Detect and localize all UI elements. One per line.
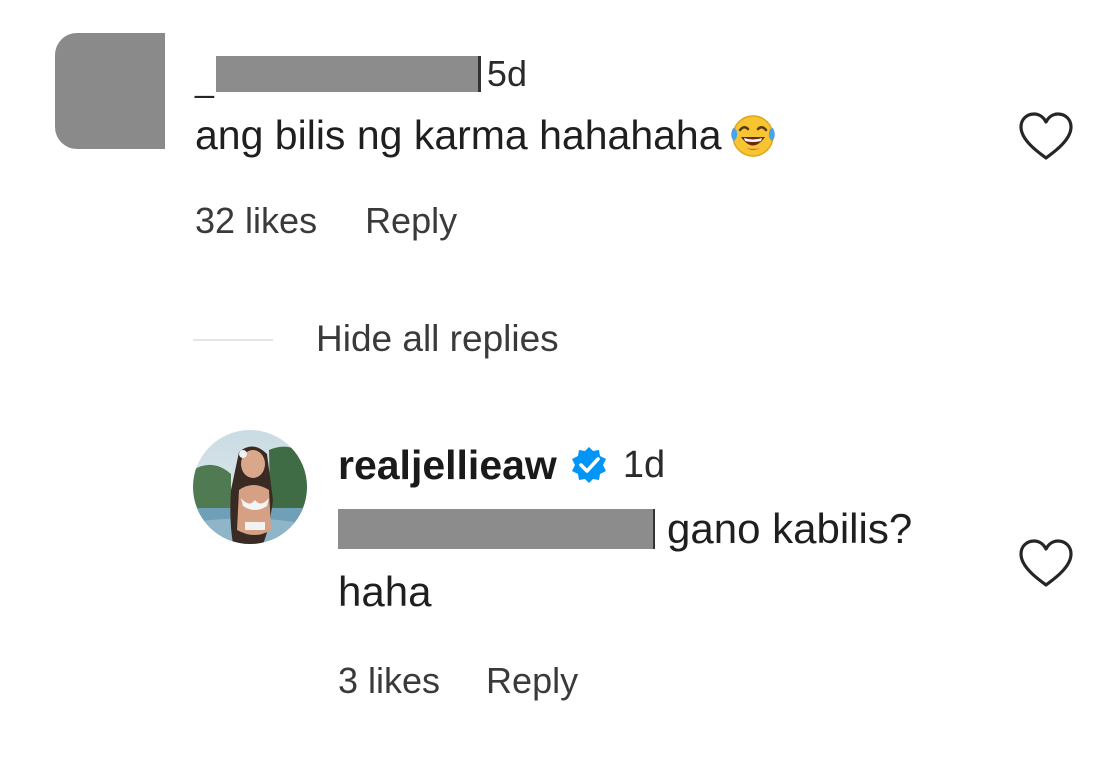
- avatar[interactable]: [193, 430, 307, 544]
- username-redaction: [215, 56, 481, 92]
- reply-text: gano kabilis?: [667, 505, 913, 552]
- comment-timestamp: 5d: [486, 53, 527, 94]
- heart-icon[interactable]: [1017, 537, 1075, 589]
- replies-divider-line: [193, 339, 273, 341]
- comment-likes-count[interactable]: 32 likes: [195, 200, 317, 242]
- comment-reply-button[interactable]: Reply: [365, 200, 457, 242]
- verified-badge-icon: [571, 447, 606, 483]
- reply-reply-button[interactable]: Reply: [486, 660, 578, 702]
- comment-meta: 32 likes Reply: [195, 200, 457, 242]
- laughing-emoji-icon: [730, 115, 775, 157]
- reply-timestamp: 1d: [622, 443, 666, 486]
- avatar-redacted[interactable]: [55, 33, 165, 149]
- mention-redaction: [338, 509, 655, 549]
- reply-header: realjellieaw 1d: [338, 440, 665, 490]
- comment-header: _ 5d: [195, 52, 527, 99]
- reply-username[interactable]: realjellieaw: [338, 442, 557, 489]
- reply-text-continued: haha: [338, 568, 432, 615]
- comment-text: ang bilis ng karma hahahaha: [195, 111, 722, 158]
- reply-likes-count[interactable]: 3 likes: [338, 660, 440, 702]
- hide-replies-button[interactable]: Hide all replies: [316, 318, 559, 360]
- username-visible-prefix[interactable]: _: [195, 61, 214, 100]
- heart-icon[interactable]: [1017, 110, 1075, 162]
- reply-body-line: gano kabilis?: [338, 505, 912, 553]
- reply-meta: 3 likes Reply: [338, 660, 578, 702]
- comment-body: ang bilis ng karma hahahaha: [195, 110, 778, 160]
